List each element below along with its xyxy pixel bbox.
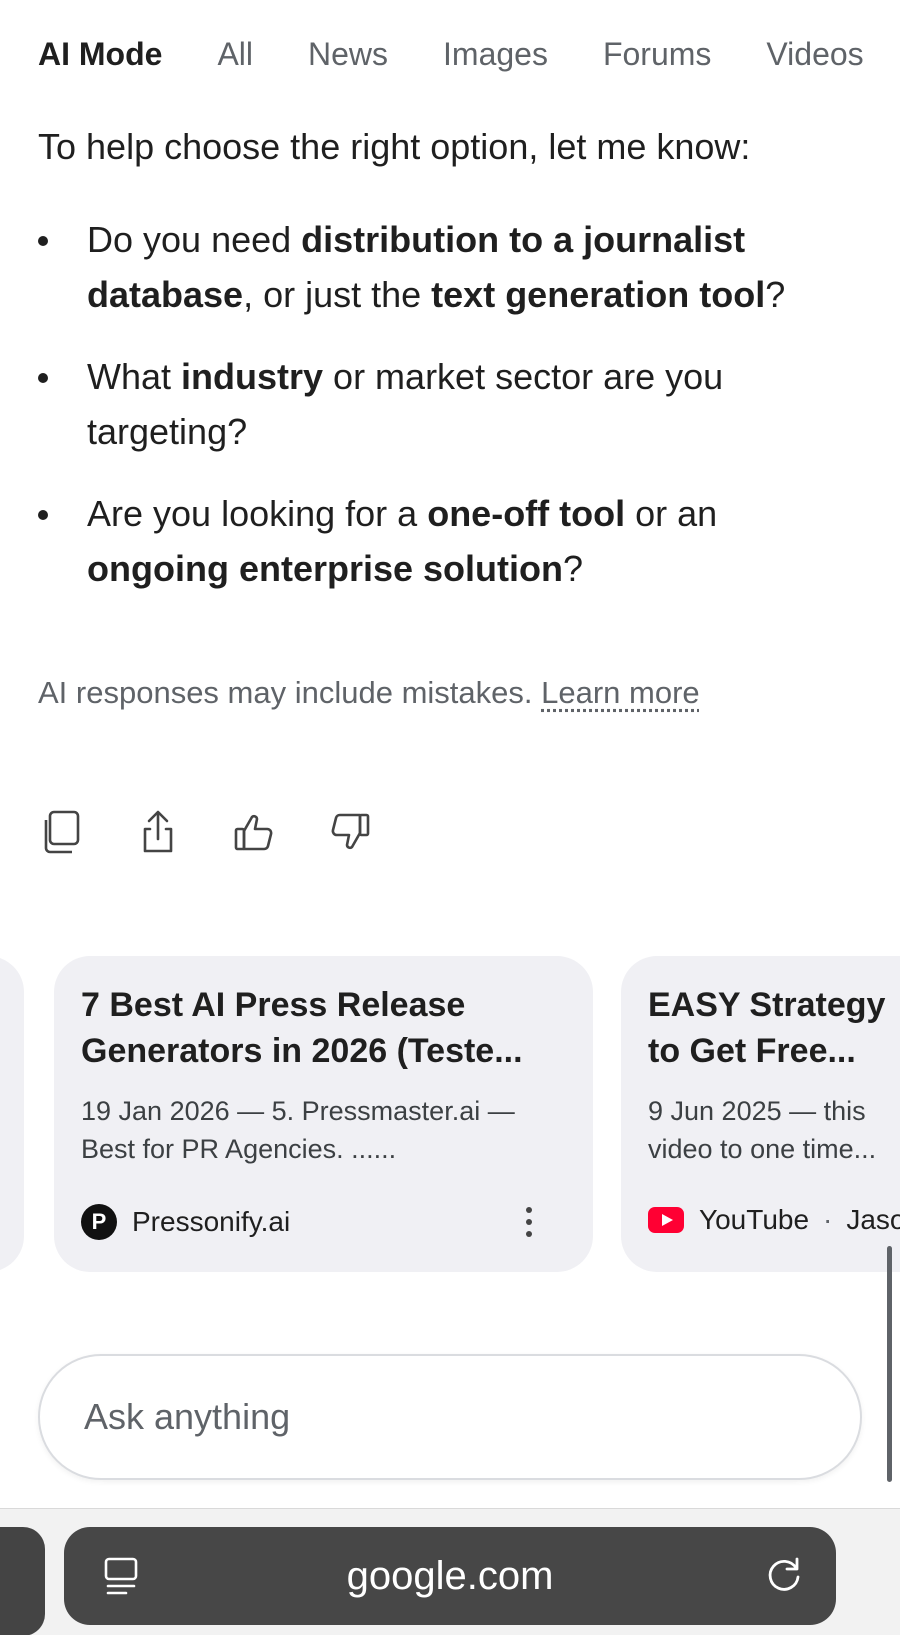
pressonify-logo-icon: P: [81, 1204, 117, 1240]
list-item: What industry or market sector are you t…: [38, 349, 858, 459]
more-dot: [526, 1219, 532, 1225]
ai-disclaimer: AI responses may include mistakes. Learn…: [38, 675, 700, 711]
card-source-name: Pressonify.ai: [132, 1206, 291, 1237]
ask-input[interactable]: Ask anything: [38, 1354, 862, 1480]
card-snippet: 9 Jun 2025 — this video to one time...: [648, 1096, 877, 1164]
thumbs-up-icon: [234, 814, 273, 851]
card-title[interactable]: EASY Strategy to Get Free...: [648, 982, 900, 1074]
bullet-text: ?: [765, 274, 786, 315]
more-dot: [526, 1231, 532, 1237]
thumbs-up-button[interactable]: [232, 808, 276, 856]
share-icon: [143, 810, 173, 853]
bullet-bold-text: ongoing enterprise solution: [87, 548, 563, 589]
tab-videos[interactable]: Videos: [766, 36, 863, 73]
bullet-text: Do you need: [87, 219, 302, 260]
reload-icon[interactable]: [764, 1555, 804, 1595]
answer-intro: To help choose the right option, let me …: [38, 126, 751, 167]
bullet-text: , or just the: [243, 274, 432, 315]
source-card[interactable]: 7 Best AI Press Release Generators in 20…: [54, 956, 593, 1272]
tab-ai-mode[interactable]: AI Mode: [38, 36, 162, 73]
mode-tabs: AI Mode All News Images Forums Videos: [38, 26, 900, 82]
source-card-partial[interactable]: [0, 956, 24, 1272]
share-button[interactable]: [136, 808, 180, 856]
bullet-text: What: [87, 356, 182, 397]
bullet-dot: [38, 236, 48, 246]
card-author: Jaso: [846, 1204, 900, 1235]
card-source: P Pressonify.ai: [81, 1204, 569, 1240]
answer-actions: [40, 808, 372, 856]
more-dot: [526, 1207, 532, 1213]
youtube-logo-icon: [648, 1207, 684, 1233]
card-source: YouTube · Jaso: [648, 1204, 900, 1236]
disclaimer-text: AI responses may include mistakes.: [38, 675, 533, 710]
tab-all[interactable]: All: [217, 36, 253, 73]
bullet-dot: [38, 373, 48, 383]
copy-icon: [44, 810, 80, 854]
bullet-dot: [38, 510, 48, 520]
thumbs-down-icon: [331, 813, 370, 850]
previous-tab-preview[interactable]: [0, 1527, 45, 1635]
browser-toolbar: google.com: [0, 1508, 900, 1635]
answer-bullets: Do you need distribution to a journalist…: [38, 212, 858, 623]
url-text: google.com: [346, 1553, 554, 1598]
more-options-button[interactable]: [519, 1204, 539, 1240]
bullet-text: Are you looking for a: [87, 493, 428, 534]
page-scrollbar[interactable]: [887, 1246, 892, 1482]
bullet-bold-text: one-off tool: [427, 493, 626, 534]
bullet-bold-text: text generation tool: [431, 274, 766, 315]
address-bar[interactable]: google.com: [64, 1527, 836, 1625]
tab-news[interactable]: News: [308, 36, 388, 73]
card-source-name: YouTube: [699, 1204, 810, 1235]
thumbs-down-button[interactable]: [328, 808, 372, 856]
copy-button[interactable]: [40, 808, 84, 856]
page-menu-icon[interactable]: [102, 1556, 140, 1596]
list-item: Do you need distribution to a journalist…: [38, 212, 858, 322]
ask-placeholder: Ask anything: [84, 1396, 291, 1437]
bullet-bold-text: industry: [181, 356, 324, 397]
tab-forums[interactable]: Forums: [603, 36, 711, 73]
bullet-text: or an: [625, 493, 718, 534]
separator-dot: ·: [823, 1204, 833, 1235]
card-title[interactable]: 7 Best AI Press Release Generators in 20…: [81, 982, 569, 1074]
source-card[interactable]: EASY Strategy to Get Free... 9 Jun 2025 …: [621, 956, 900, 1272]
card-snippet: 19 Jan 2026 — 5. Pressmaster.ai — Best f…: [81, 1096, 515, 1164]
source-cards-carousel[interactable]: 7 Best AI Press Release Generators in 20…: [0, 956, 900, 1272]
list-item: Are you looking for a one-off tool or an…: [38, 486, 858, 596]
bullet-text: ?: [563, 548, 584, 589]
tab-images[interactable]: Images: [443, 36, 548, 73]
learn-more-link[interactable]: Learn more: [541, 675, 700, 710]
